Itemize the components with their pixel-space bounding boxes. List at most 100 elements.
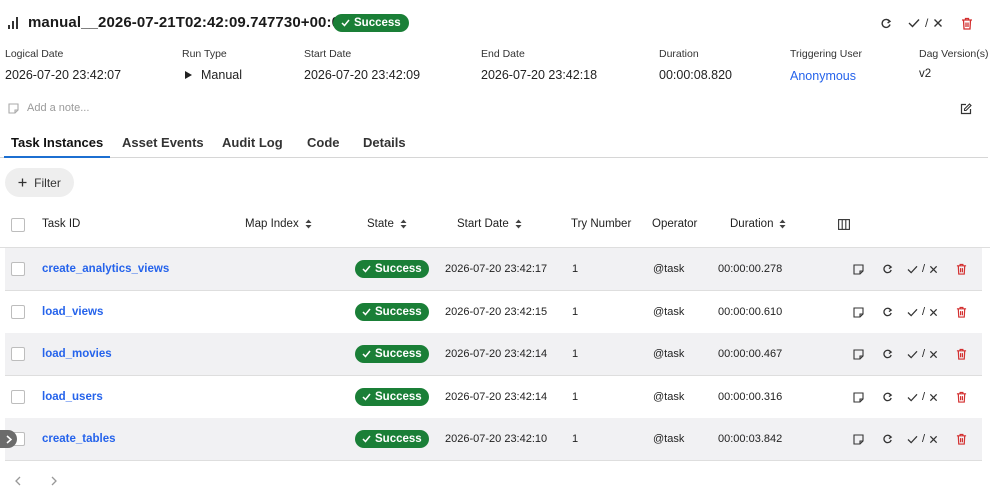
mark-task-as-button[interactable]: / [907, 376, 938, 418]
delete-task-button[interactable] [956, 248, 967, 290]
column-label: Try Number [571, 218, 632, 230]
column-header-duration[interactable]: Duration [730, 218, 786, 230]
mark-separator: / [925, 16, 929, 30]
clear-run-button[interactable] [880, 18, 892, 30]
column-visibility-button[interactable] [838, 219, 850, 230]
column-header-state[interactable]: State [367, 218, 407, 230]
try-number-cell: 1 [572, 391, 579, 403]
try-number-cell: 1 [572, 306, 579, 318]
add-note-row-button[interactable] [853, 333, 864, 375]
table-row[interactable]: create_analytics_views Success 2026-07-2… [5, 248, 982, 291]
clear-task-button[interactable] [882, 248, 893, 290]
mark-task-as-button[interactable]: / [907, 333, 938, 375]
trash-icon [956, 263, 967, 275]
add-note-field[interactable]: Add a note... [8, 102, 89, 114]
mark-task-as-button[interactable]: / [907, 418, 938, 460]
operator-cell: @task [653, 263, 685, 275]
try-number-cell: 1 [572, 263, 579, 275]
clear-task-button[interactable] [882, 333, 893, 375]
pagination-prev-button[interactable] [15, 476, 21, 486]
select-all-checkbox[interactable] [11, 218, 25, 232]
add-note-row-button[interactable] [853, 418, 864, 460]
column-header-start-date[interactable]: Start Date [457, 218, 522, 230]
check-icon [908, 18, 920, 28]
edit-note-button[interactable] [960, 103, 972, 115]
start-date-cell: 2026-07-20 23:42:15 [445, 306, 548, 318]
state-cell: Success [355, 333, 429, 375]
duration-cell: 00:00:00.316 [718, 391, 783, 403]
run-state-badge: Success [333, 14, 409, 32]
task-id-link[interactable]: create_analytics_views [42, 248, 169, 290]
table-row[interactable]: load_users Success 2026-07-20 23:42:14 1… [5, 376, 982, 419]
row-checkbox[interactable] [11, 390, 25, 404]
mark-task-as-button[interactable]: / [907, 248, 938, 290]
note-icon [8, 102, 19, 114]
filter-label: Filter [34, 175, 61, 190]
check-icon [362, 393, 371, 401]
operator-cell: @task [653, 433, 685, 445]
task-id-link[interactable]: create_tables [42, 418, 116, 460]
trash-icon [956, 391, 967, 403]
meta-label-run-type: Run Type [182, 48, 227, 60]
table-row[interactable]: create_tables Success 2026-07-20 23:42:1… [5, 418, 982, 461]
tab-code[interactable]: Code [307, 135, 340, 150]
check-icon [362, 435, 371, 443]
triggering-user-link[interactable]: Anonymous [790, 69, 856, 83]
tab-asset-events[interactable]: Asset Events [122, 135, 204, 150]
add-note-row-button[interactable] [853, 248, 864, 290]
state-cell: Success [355, 291, 429, 333]
filter-button[interactable]: Filter [5, 168, 74, 197]
tab-details[interactable]: Details [363, 135, 406, 150]
refresh-icon [882, 349, 893, 360]
state-label: Success [375, 348, 422, 360]
mark-run-as-button[interactable]: / [908, 16, 943, 30]
mark-task-as-button[interactable]: / [907, 291, 938, 333]
plus-icon [18, 178, 27, 187]
start-date-cell: 2026-07-20 23:42:17 [445, 263, 548, 275]
column-header-map-index[interactable]: Map Index [245, 218, 312, 230]
meta-label-duration: Duration [659, 48, 699, 60]
refresh-icon [882, 392, 893, 403]
start-date-cell: 2026-07-20 23:42:10 [445, 433, 548, 445]
row-checkbox[interactable] [11, 347, 25, 361]
close-icon [929, 350, 938, 359]
tab-audit-log[interactable]: Audit Log [222, 135, 283, 150]
state-label: Success [375, 263, 422, 275]
add-note-row-button[interactable] [853, 291, 864, 333]
delete-task-button[interactable] [956, 418, 967, 460]
start-date-cell: 2026-07-20 23:42:14 [445, 391, 548, 403]
operator-cell: @task [653, 306, 685, 318]
pagination-next-button[interactable] [51, 476, 57, 486]
column-label: Operator [652, 218, 698, 230]
sort-icon [305, 219, 312, 229]
task-id-link[interactable]: load_views [42, 291, 103, 333]
row-checkbox[interactable] [11, 305, 25, 319]
row-checkbox[interactable] [11, 262, 25, 276]
table-row[interactable]: load_movies Success 2026-07-20 23:42:14 … [5, 333, 982, 376]
refresh-icon [882, 307, 893, 318]
add-note-row-button[interactable] [853, 376, 864, 418]
clear-task-button[interactable] [882, 291, 893, 333]
state-label: Success [375, 433, 422, 445]
trash-icon [956, 433, 967, 445]
delete-run-button[interactable] [961, 17, 973, 30]
task-id-link[interactable]: load_users [42, 376, 103, 418]
column-label: Duration [730, 218, 774, 230]
column-header-operator: Operator [652, 218, 697, 230]
delete-task-button[interactable] [956, 291, 967, 333]
check-icon [362, 350, 371, 358]
delete-task-button[interactable] [956, 376, 967, 418]
run-state-label: Success [354, 17, 401, 29]
delete-task-button[interactable] [956, 333, 967, 375]
column-label: Task ID [42, 218, 81, 230]
task-id-link[interactable]: load_movies [42, 333, 112, 375]
table-row[interactable]: load_views Success 2026-07-20 23:42:15 1… [5, 291, 982, 334]
state-badge: Success [355, 430, 429, 448]
operator-cell: @task [653, 391, 685, 403]
tab-task-instances[interactable]: Task Instances [11, 135, 103, 150]
sort-icon [515, 219, 522, 229]
clear-task-button[interactable] [882, 418, 893, 460]
meta-label-triggering-user: Triggering User [790, 48, 862, 60]
trash-icon [961, 17, 973, 30]
clear-task-button[interactable] [882, 376, 893, 418]
